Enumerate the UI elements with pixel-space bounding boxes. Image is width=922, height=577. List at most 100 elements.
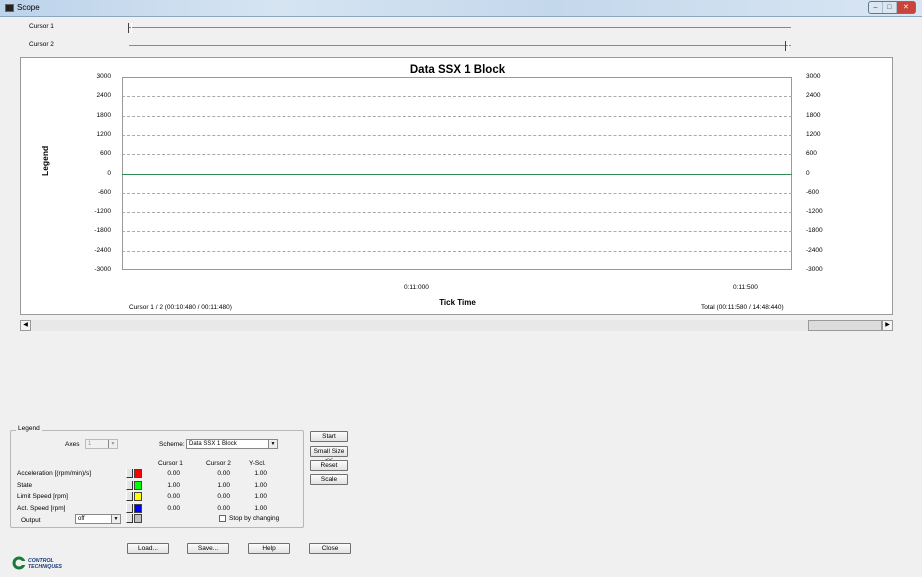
y-tick-label-right: 2400 [806, 92, 821, 100]
y-tick-label-right: -1800 [806, 227, 823, 235]
logo-mark-icon: CONTROL TECHNIQUES [12, 556, 63, 570]
col-cursor2: Cursor 2 [206, 460, 231, 467]
grid-line [122, 212, 792, 214]
cursor2-label: Cursor 2 [29, 41, 54, 48]
total-info: Total (00:11:580 / 14:48:440) [701, 304, 784, 311]
cursor1-thumb[interactable] [128, 23, 132, 33]
col-cursor1: Cursor 1 [158, 460, 183, 467]
cursor1-label: Cursor 1 [29, 23, 54, 30]
grid-line [122, 192, 792, 194]
y-tick-label-right: 1800 [806, 111, 821, 119]
legend-row-color [134, 503, 142, 513]
grid-line [122, 231, 792, 233]
legend-row-cursor2: 1.00 [217, 481, 230, 489]
legend-row-cursor2: 0.00 [217, 504, 230, 512]
cursor1-track[interactable] [129, 27, 791, 28]
close-icon[interactable]: ✕ [896, 2, 915, 13]
app-icon [5, 4, 14, 12]
chevron-down-icon: ▼ [268, 440, 277, 448]
chevron-down-icon: ▼ [111, 515, 120, 523]
cursor-info: Cursor 1 / 2 (00:10:480 / 00:11:480) [129, 304, 232, 311]
stop-by-changing-checkbox[interactable] [219, 515, 226, 522]
legend-row-cursor1: 1.00 [167, 481, 180, 489]
y-tick-label-left: -3000 [94, 266, 111, 273]
legend-row-cursor1: 0.00 [167, 493, 180, 500]
legend-row-color [134, 469, 142, 478]
y-tick-label-left: 2400 [96, 92, 111, 100]
legend-row-cursor1: 0.00 [167, 470, 180, 477]
y-tick-label-left: 600 [100, 150, 111, 158]
horizontal-scrollbar[interactable]: ◀ ▶ [20, 320, 893, 331]
y-tick-label-right: -2400 [806, 246, 823, 254]
output-label: Output [21, 517, 41, 524]
scale-button[interactable]: Scale [310, 474, 348, 485]
legend-group-label: Legend [16, 425, 42, 432]
chevron-down-icon: ▼ [108, 440, 117, 448]
scroll-right-icon[interactable]: ▶ [882, 320, 893, 331]
legend-row-name: Limit Speed [rpm] [17, 493, 68, 500]
window-controls: – □ ✕ [868, 1, 916, 14]
title-bar[interactable]: Scope – □ ✕ [0, 0, 922, 17]
y-tick-label-right: 600 [806, 150, 817, 158]
y-tick-label-left: -2400 [94, 246, 111, 254]
close-button[interactable]: Close [309, 543, 351, 554]
y-tick-label-left: 1800 [96, 111, 111, 119]
legend-row-cursor2: 0.00 [217, 493, 230, 500]
minimize-icon[interactable]: – [869, 2, 883, 13]
control-techniques-logo: CONTROL TECHNIQUES [11, 554, 64, 572]
legend-row-slider[interactable] [126, 469, 133, 478]
y-tick-label-left: 3000 [96, 73, 111, 80]
help-button[interactable]: Help [248, 543, 290, 554]
output-slider[interactable] [126, 514, 133, 523]
reset-button[interactable]: Reset [310, 460, 348, 471]
y-tick-label-right: 1200 [806, 130, 821, 138]
legend-row-name: State [17, 481, 33, 489]
logo-line2: TECHNIQUES [28, 564, 63, 570]
grid-line [122, 154, 792, 156]
scheme-label: Scheme: [159, 441, 185, 448]
small-size-button[interactable]: Small Size << [310, 446, 348, 464]
legend-row-slider[interactable] [126, 480, 133, 490]
legend-row-yscl: 1.00 [254, 481, 267, 489]
legend-row-slider[interactable] [126, 492, 133, 501]
legend-row-name: Acceleration [(rpm/min)/s] [17, 470, 92, 477]
grid-line [122, 96, 792, 98]
y-tick-label-left: -600 [97, 188, 111, 196]
legend-row-slider[interactable] [126, 503, 133, 513]
x-tick-label: 0:11:500 [733, 284, 758, 291]
maximize-icon[interactable]: □ [883, 2, 897, 13]
legend-row-cursor1: 0.00 [167, 504, 180, 512]
y-tick-label-right: -1200 [806, 208, 823, 216]
grid-line [122, 250, 792, 252]
y-tick-label-left: 0 [107, 169, 111, 177]
y-tick-label-left: -1200 [94, 208, 111, 216]
legend-row-yscl: 1.00 [254, 493, 267, 500]
window-title: Scope [17, 3, 40, 12]
cursor2-thumb[interactable] [785, 41, 789, 51]
y-tick-label-right: 0 [806, 169, 810, 177]
col-yscl: Y-Scl. [249, 460, 266, 467]
y-tick-label-left: 1200 [96, 130, 111, 138]
y-tick-label-right: 3000 [806, 73, 821, 80]
axes-select[interactable]: 1 ▼ [85, 439, 118, 449]
legend-row-yscl: 1.00 [254, 470, 267, 477]
grid-line [122, 134, 792, 136]
output-select[interactable]: off ▼ [75, 514, 121, 524]
legend-row-cursor2: 0.00 [217, 470, 230, 477]
scroll-left-icon[interactable]: ◀ [20, 320, 31, 331]
start-button[interactable]: Start [310, 431, 348, 442]
scope-plot[interactable]: Data SSX 1 Block Legend 3000 3000 2400 2400… [20, 57, 893, 315]
save-button[interactable]: Save... [187, 543, 229, 554]
y-tick-label-right: -3000 [806, 266, 823, 273]
cursor2-track[interactable] [129, 45, 791, 46]
load-button[interactable]: Load... [127, 543, 169, 554]
scheme-select[interactable]: Data SSX 1 Block ▼ [186, 439, 278, 449]
grid-line [122, 115, 792, 117]
scroll-thumb[interactable] [808, 320, 882, 331]
y-tick-label-left: -1800 [94, 227, 111, 235]
x-tick-label: 0:11:000 [404, 284, 429, 291]
y-axis-label: Legend [40, 145, 50, 176]
axes-label: Axes [65, 441, 80, 448]
legend-row-name: Act. Speed [rpm] [17, 504, 66, 512]
output-color-swatch [134, 514, 142, 523]
